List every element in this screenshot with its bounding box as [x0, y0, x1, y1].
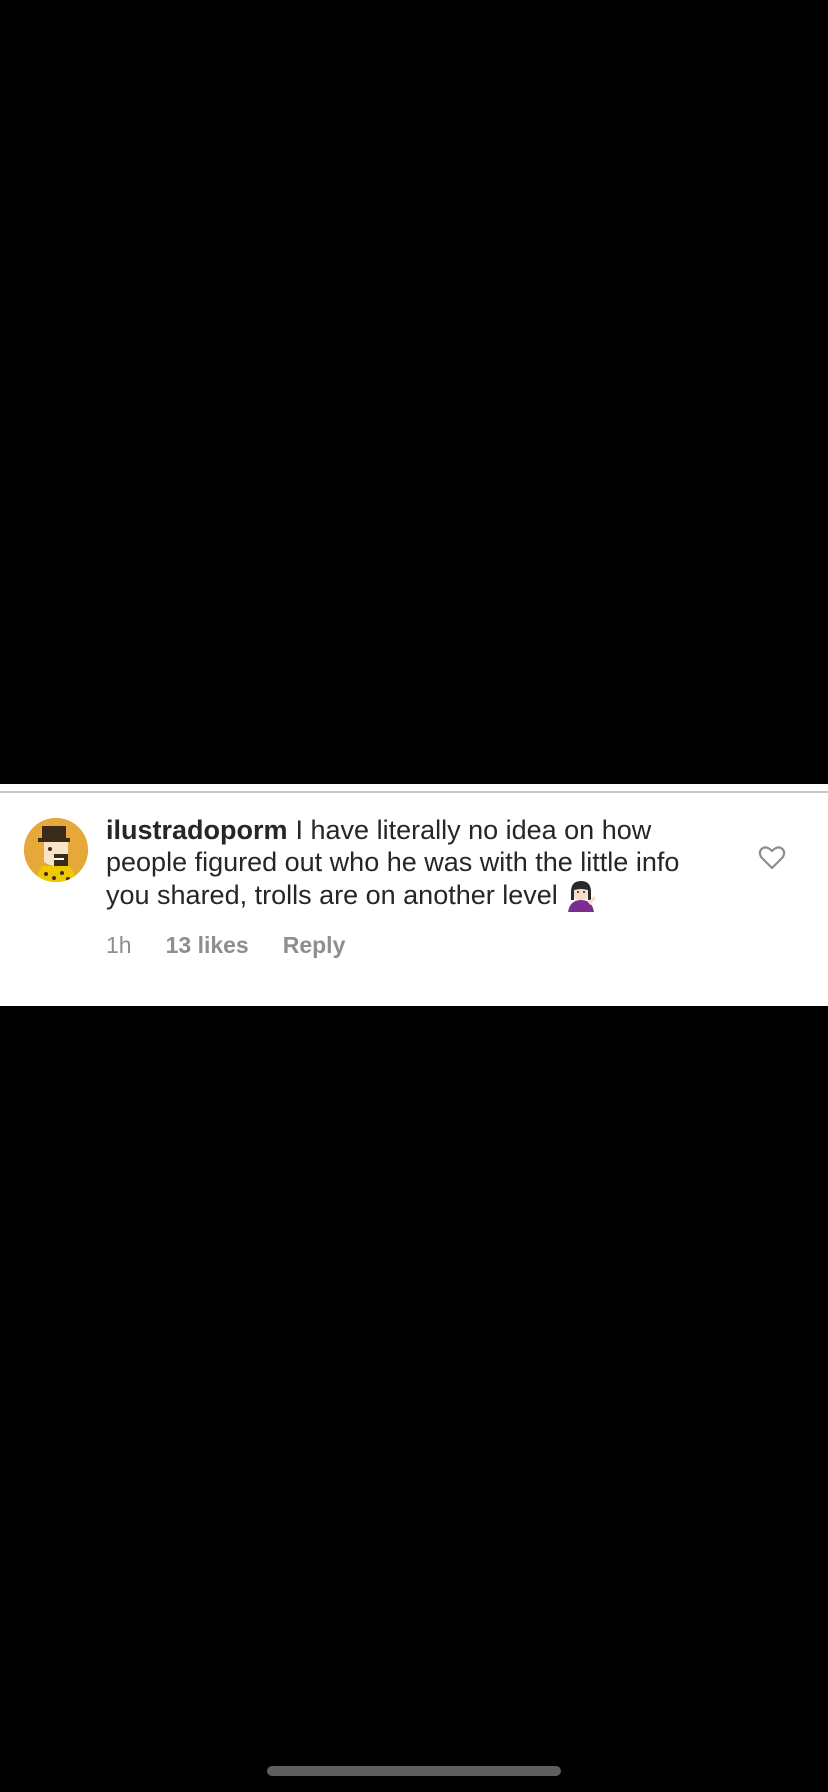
home-indicator[interactable] [267, 1766, 561, 1776]
reply-button[interactable]: Reply [283, 932, 346, 959]
comment-meta: 1h 13 likes Reply [106, 932, 345, 959]
comment-card: ilustradoporm I have literally no idea on… [0, 784, 828, 1006]
user-avatar[interactable] [24, 818, 88, 882]
comment-time: 1h [106, 932, 132, 958]
media-area [0, 0, 828, 784]
comment-likes[interactable]: 13 likes [166, 932, 249, 959]
heart-outline-icon[interactable] [758, 844, 786, 870]
comment-username[interactable]: ilustradoporm [106, 815, 288, 845]
comment-body: ilustradoporm I have literally no idea on… [106, 814, 706, 912]
illustrated-avatar-icon [24, 818, 88, 882]
divider [0, 791, 828, 793]
woman-shrugging-emoji-icon [567, 881, 596, 912]
